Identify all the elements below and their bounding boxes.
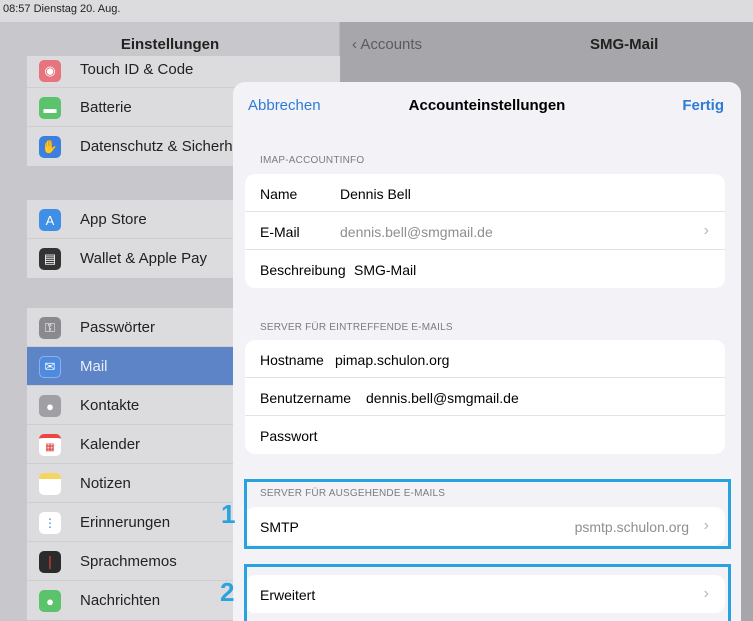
sidebar-item-label: App Store [80, 211, 147, 228]
sidebar-item-label: Kalender [80, 436, 141, 453]
password-row[interactable]: Passwort [245, 416, 725, 454]
name-label: Name [260, 186, 298, 202]
description-value[interactable]: SMG-Mail [354, 262, 416, 278]
sidebar-item-label: Passwörter [80, 319, 156, 336]
voicememo-icon: ❘ [39, 551, 61, 573]
incoming-card: Hostname pimap.schulon.org Benutzername … [245, 340, 725, 454]
imap-card: Name Dennis Bell E-Mail dennis.bell@smgm… [245, 174, 725, 288]
sidebar-item-label: Sprachmemos [80, 553, 177, 570]
mail-icon: ✉ [39, 356, 61, 378]
sidebar-item-label: Datenschutz & Sicherheit [80, 138, 249, 155]
annotation-number-2: 2 [220, 577, 235, 607]
sidebar-item-label: Nachrichten [80, 592, 161, 609]
detail-title: SMG-Mail [590, 36, 659, 53]
sidebar-item-label: Wallet & Apple Pay [80, 250, 208, 267]
sidebar-item-label: Mail [80, 358, 108, 375]
name-row[interactable]: Name Dennis Bell [245, 174, 725, 212]
fingerprint-icon: ◉ [39, 60, 61, 82]
username-label: Benutzername [260, 390, 352, 406]
section-header-imap: IMAP-ACCOUNTINFO [260, 155, 365, 166]
notes-icon [39, 473, 61, 495]
sidebar-item-label: Batterie [80, 99, 132, 116]
highlight-box-outgoing [244, 479, 731, 549]
back-button[interactable]: ‹ Accounts [352, 36, 422, 53]
appstore-icon: A [39, 209, 61, 231]
highlight-box-advanced [244, 564, 731, 621]
email-row[interactable]: E-Mail dennis.bell@smgmail.de › [245, 212, 725, 250]
section-header-incoming: SERVER FÜR EINTREFFENDE E-MAILS [260, 322, 453, 333]
chevron-right-icon: › [703, 222, 709, 239]
done-button[interactable]: Fertig [682, 97, 724, 114]
status-time: 08:57 Dienstag 20. Aug. [3, 3, 121, 15]
reminders-icon: ⋮ [39, 512, 61, 534]
sidebar-item-label: Notizen [80, 475, 131, 492]
contacts-icon: ● [39, 395, 61, 417]
wallet-icon: ▤ [39, 248, 61, 270]
username-value[interactable]: dennis.bell@smgmail.de [366, 390, 519, 406]
messages-icon: ● [39, 590, 61, 612]
name-value[interactable]: Dennis Bell [340, 186, 411, 202]
email-value: dennis.bell@smgmail.de [340, 224, 493, 240]
back-label: Accounts [360, 36, 423, 53]
password-label: Passwort [260, 428, 318, 444]
hostname-value[interactable]: pimap.schulon.org [335, 352, 449, 368]
chevron-left-icon: ‹ [352, 36, 357, 53]
battery-icon: ▬ [39, 97, 61, 119]
annotation-number-1: 1 [221, 499, 236, 529]
calendar-icon: ▦ [39, 434, 61, 456]
key-icon: ⚿ [39, 317, 61, 339]
status-bar: 08:57 Dienstag 20. Aug. [0, 0, 753, 22]
sidebar-item-label: Erinnerungen [80, 514, 171, 531]
username-row[interactable]: Benutzername dennis.bell@smgmail.de [245, 378, 725, 416]
description-label: Beschreibung [260, 262, 346, 278]
hand-icon: ✋ [39, 136, 61, 158]
hostname-label: Hostname [260, 352, 324, 368]
email-label: E-Mail [260, 224, 300, 240]
sidebar-title: Einstellungen [120, 36, 220, 53]
hostname-row[interactable]: Hostname pimap.schulon.org [245, 340, 725, 378]
description-row[interactable]: Beschreibung SMG-Mail [245, 250, 725, 288]
sidebar-item-label: Kontakte [80, 397, 140, 414]
sidebar-item-label: Touch ID & Code [80, 61, 194, 78]
cancel-button[interactable]: Abbrechen [248, 97, 321, 114]
